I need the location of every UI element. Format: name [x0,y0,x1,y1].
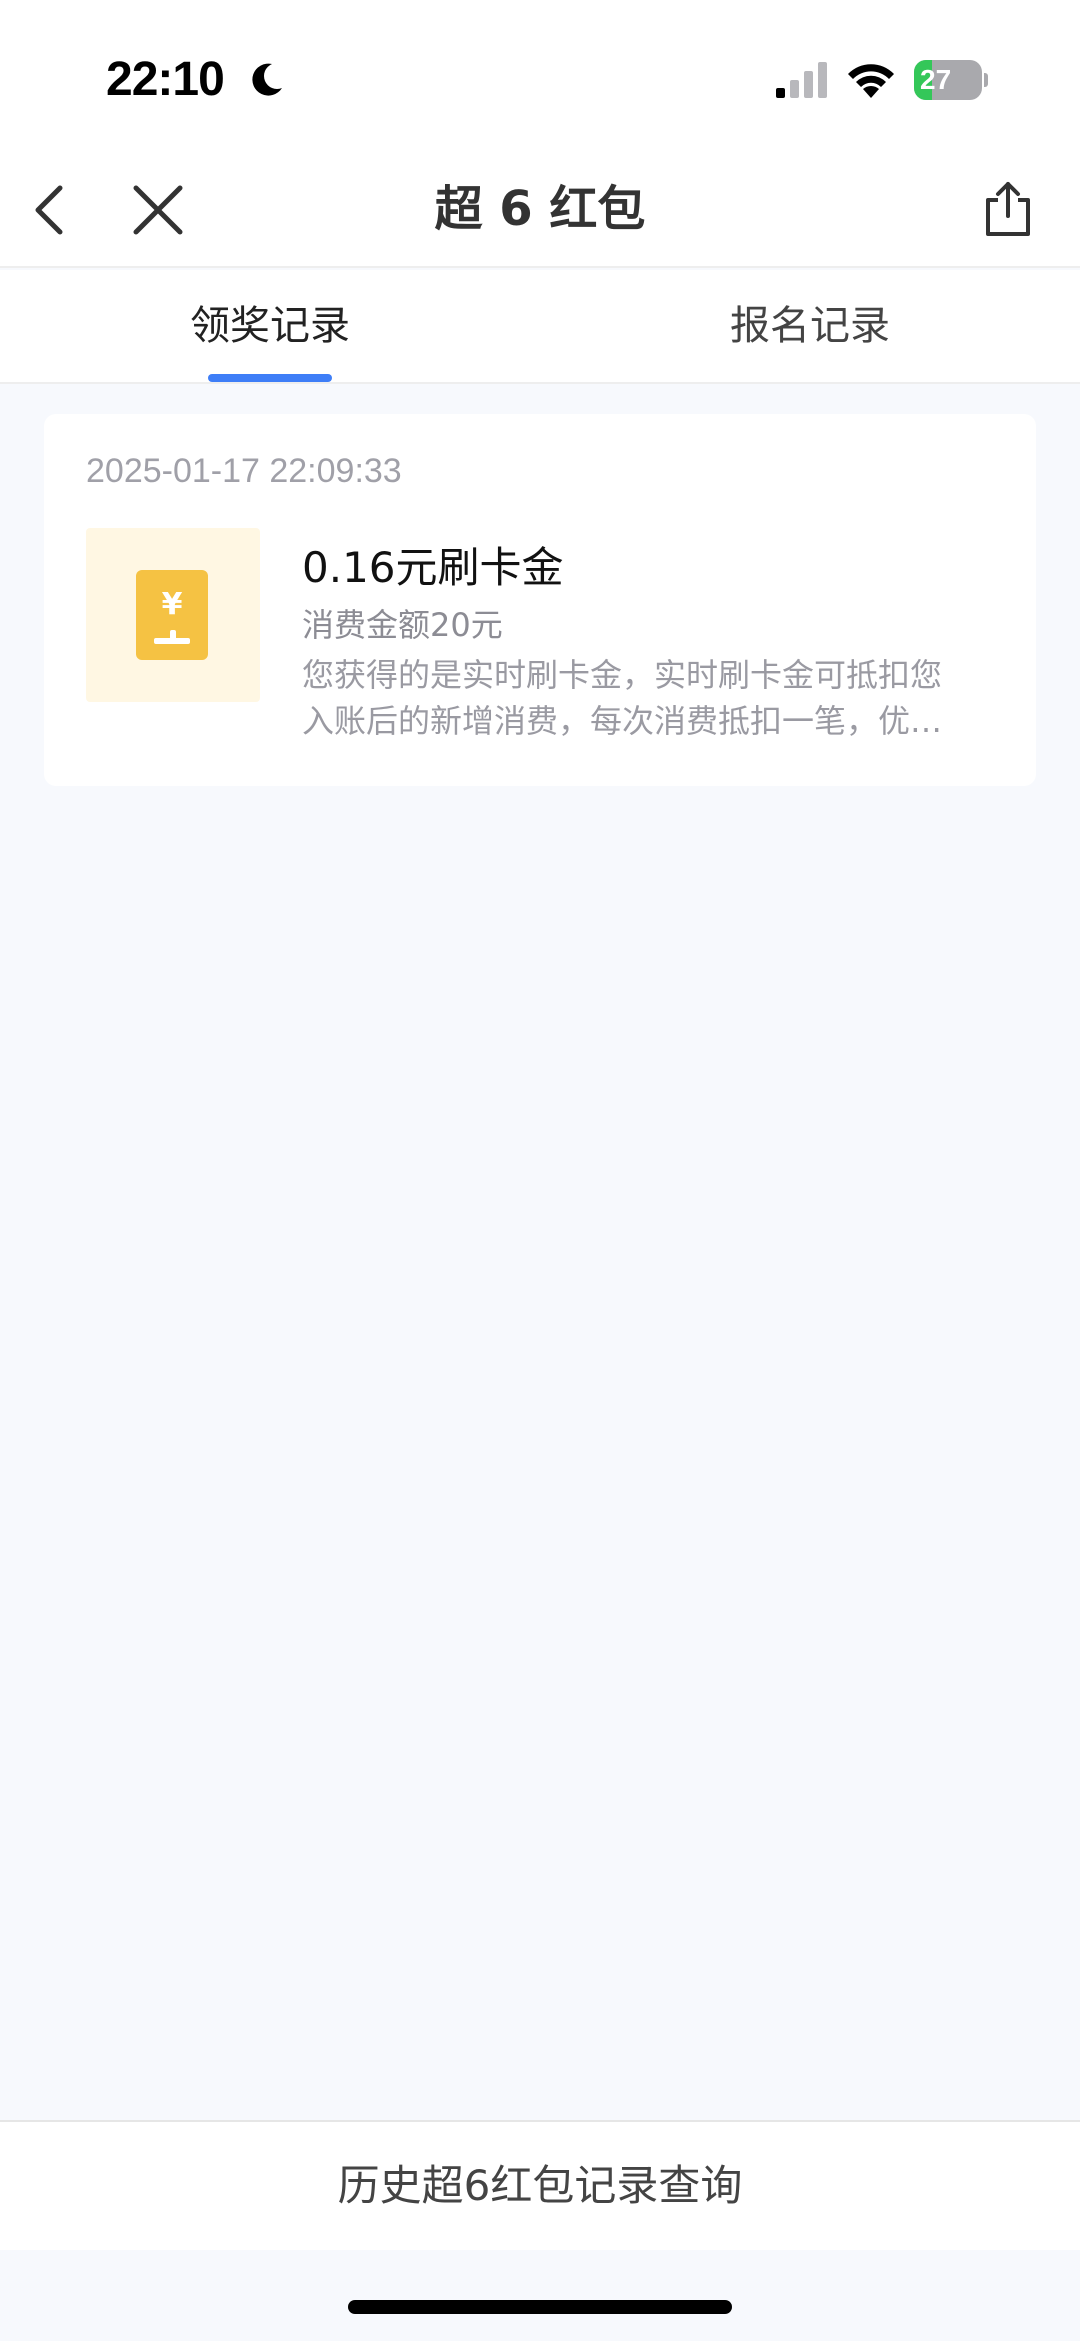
page-title: 超 6 红包 [434,181,646,237]
coupon-thumbnail: ¥ [86,528,260,702]
battery-body: 27 [914,60,982,100]
wifi-icon [848,64,894,98]
coupon-icon: ¥ [136,570,208,660]
battery-indicator: 27 [914,60,988,100]
record-date: 2025-01-17 22:09:33 [86,452,402,490]
battery-cap [984,73,988,87]
bottom-bar: 历史超6红包记录查询 [0,2120,1080,2250]
history-records-link[interactable]: 历史超6红包记录查询 [0,2122,1080,2250]
status-bar: 22:10 27 [0,0,1080,150]
tab-award-records[interactable]: 领奖记录 [0,270,540,382]
record-card[interactable]: 2025-01-17 22:09:33 ¥ 0.16元刷卡金 消费金额20元 您… [44,414,1036,786]
reward-description-line-2: 入账后的新增消费，每次消费抵扣一笔，优… [302,702,943,740]
coupon-symbol: ¥ [162,587,183,622]
reward-description-line-1: 您获得的是实时刷卡金，实时刷卡金可抵扣您 [302,656,943,694]
home-indicator[interactable] [348,2300,732,2314]
active-tab-indicator [208,374,332,382]
battery-percent: 27 [920,64,952,95]
page: 22:10 27 超 6 红包 领奖记录 报名记录 2025-01-17 22:… [0,0,1080,2341]
spend-amount: 消费金额20元 [302,606,503,644]
tab-signup-records[interactable]: 报名记录 [540,270,1080,382]
reward-title: 0.16元刷卡金 [302,543,564,592]
reward-description: 您获得的是实时刷卡金，实时刷卡金可抵扣您 入账后的新增消费，每次消费抵扣一笔，优… [302,652,1002,744]
status-time: 22:10 [106,53,225,106]
nav-bar: 超 6 红包 [0,150,1080,268]
cellular-signal-icon [776,62,827,98]
moon-icon [252,63,282,96]
share-icon[interactable] [982,180,1034,238]
tab-bar: 领奖记录 报名记录 [0,270,1080,384]
